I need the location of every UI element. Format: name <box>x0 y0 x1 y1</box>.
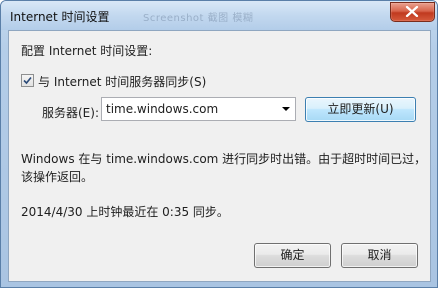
server-combobox[interactable]: time.windows.com <box>101 97 296 121</box>
dialog-window: Internet 时间设置 Screenshot 截图 模糊 配置 Intern… <box>0 0 438 288</box>
cancel-button[interactable]: 取消 <box>341 243 418 268</box>
status-message-line-1: Windows 在与 time.windows.com 进行同步时出错。由于超时… <box>21 152 427 166</box>
last-sync-text: 2014/4/30 上时钟最近在 0:35 同步。 <box>21 205 229 219</box>
server-label: 服务器(E): <box>42 106 99 120</box>
sync-checkbox-label[interactable]: 与 Internet 时间服务器同步(S) <box>38 73 206 90</box>
window-title: Internet 时间设置 <box>10 10 110 24</box>
dialog-body: 配置 Internet 时间设置: 与 Internet 时间服务器同步(S) … <box>8 30 431 282</box>
title-bar[interactable]: Internet 时间设置 Screenshot 截图 模糊 <box>1 1 437 30</box>
server-value[interactable]: time.windows.com <box>106 102 218 116</box>
checkmark-icon <box>23 76 32 85</box>
chevron-down-icon[interactable] <box>282 107 290 111</box>
sync-checkbox[interactable] <box>21 74 34 87</box>
close-button[interactable] <box>390 2 435 22</box>
ok-button[interactable]: 确定 <box>254 243 331 268</box>
title-ghost-text: Screenshot 截图 模糊 <box>143 13 254 24</box>
update-now-button[interactable]: 立即更新(U) <box>305 97 416 122</box>
status-message-line-2: 该操作返回。 <box>21 170 94 184</box>
close-icon <box>405 6 419 17</box>
section-heading: 配置 Internet 时间设置: <box>21 44 153 58</box>
